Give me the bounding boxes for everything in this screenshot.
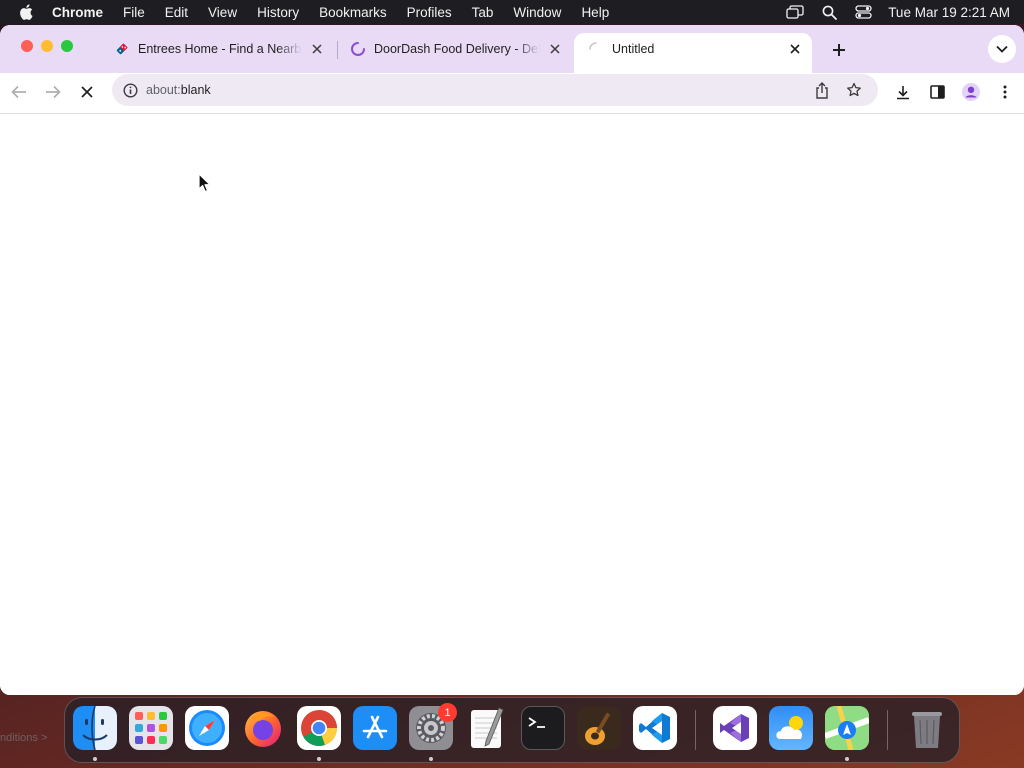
tab-title: Untitled: [612, 42, 655, 56]
vscode-icon[interactable]: [633, 706, 677, 750]
control-center-icon[interactable]: [846, 5, 880, 19]
bookmark-star-icon[interactable]: [840, 76, 868, 104]
dock: [64, 697, 960, 763]
downloads-button[interactable]: [888, 77, 918, 107]
loading-spinner-icon: [588, 41, 604, 57]
menu-tab[interactable]: Tab: [462, 5, 504, 20]
share-icon[interactable]: [808, 76, 836, 104]
tab-title: Entrees Home - Find a Nearby: [138, 42, 302, 56]
stop-loading-button[interactable]: [72, 77, 102, 107]
running-indicator: [93, 757, 97, 761]
info-icon[interactable]: [122, 82, 138, 98]
maps-icon[interactable]: [825, 706, 869, 750]
profile-avatar-icon: [962, 83, 980, 101]
side-panel-button[interactable]: [922, 77, 952, 107]
tab-doordash[interactable]: DoorDash Food Delivery - Del: [344, 33, 570, 65]
app-store-icon[interactable]: [353, 706, 397, 750]
launchpad-icon[interactable]: [129, 706, 173, 750]
window-zoom-button[interactable]: [61, 40, 73, 52]
loading-spinner-icon: [350, 41, 366, 57]
menu-help[interactable]: Help: [571, 5, 619, 20]
plus-icon: [833, 44, 845, 56]
textedit-icon[interactable]: [465, 706, 509, 750]
safari-icon[interactable]: [185, 706, 229, 750]
trash-icon[interactable]: [905, 706, 949, 750]
menu-file[interactable]: File: [113, 5, 155, 20]
menu-bar-clock[interactable]: Tue Mar 19 2:21 AM: [880, 5, 1010, 20]
dock-separator: [695, 710, 696, 750]
menu-app-name[interactable]: Chrome: [52, 5, 113, 20]
tab-close-icon[interactable]: [786, 40, 804, 58]
address-bar-url: about:blank: [146, 83, 211, 97]
chevron-down-icon: [996, 45, 1008, 53]
tab-untitled-active[interactable]: Untitled: [574, 33, 812, 73]
tab-title: DoorDash Food Delivery - Del: [374, 42, 540, 56]
running-indicator: [429, 757, 433, 761]
spotlight-search-icon[interactable]: [812, 5, 846, 20]
profile-button[interactable]: [956, 77, 986, 107]
forward-button[interactable]: [38, 77, 68, 107]
chrome-menu-button[interactable]: [990, 77, 1020, 107]
window-close-button[interactable]: [21, 40, 33, 52]
tab-close-icon[interactable]: [546, 40, 564, 58]
weather-icon[interactable]: [769, 706, 813, 750]
tab-close-icon[interactable]: [308, 40, 326, 58]
dominos-favicon-icon: [114, 41, 130, 57]
desktop-partial-text: nditions >: [0, 732, 48, 744]
firefox-icon[interactable]: [241, 706, 285, 750]
screen-mirroring-icon[interactable]: [778, 5, 812, 19]
running-indicator: [317, 757, 321, 761]
forward-arrow-icon: [46, 85, 61, 99]
close-icon: [81, 86, 93, 98]
tab-search-button[interactable]: [988, 35, 1016, 63]
tab-separator: [337, 41, 338, 59]
menu-edit[interactable]: Edit: [155, 5, 198, 20]
tab-strip: Entrees Home - Find a Nearby DoorDash Fo…: [0, 25, 1024, 73]
url-scheme: about:: [146, 83, 181, 97]
garageband-icon[interactable]: [577, 706, 621, 750]
page-content-blank[interactable]: [0, 114, 1024, 695]
menu-bookmarks[interactable]: Bookmarks: [309, 5, 397, 20]
address-bar[interactable]: about:blank: [112, 74, 878, 106]
running-indicator: [845, 757, 849, 761]
back-arrow-icon: [11, 85, 26, 99]
chrome-icon[interactable]: [297, 706, 341, 750]
chrome-window: Entrees Home - Find a Nearby DoorDash Fo…: [0, 25, 1024, 695]
finder-icon[interactable]: [73, 706, 117, 750]
download-icon: [897, 85, 909, 99]
window-minimize-button[interactable]: [41, 40, 53, 52]
terminal-icon[interactable]: [521, 706, 565, 750]
tab-entrees-home[interactable]: Entrees Home - Find a Nearby: [106, 33, 332, 65]
apple-menu-icon[interactable]: [0, 4, 52, 20]
menu-window[interactable]: Window: [503, 5, 571, 20]
notification-badge: 1: [438, 703, 457, 722]
url-path: blank: [180, 83, 211, 97]
dock-separator: [887, 710, 888, 750]
more-vertical-icon: [1003, 85, 1007, 99]
menu-view[interactable]: View: [198, 5, 247, 20]
visual-studio-icon[interactable]: [713, 706, 757, 750]
mouse-cursor-icon: [198, 173, 211, 198]
menu-profiles[interactable]: Profiles: [397, 5, 462, 20]
browser-toolbar: about:blank: [0, 73, 1024, 113]
back-button[interactable]: [4, 77, 34, 107]
side-panel-icon: [929, 85, 945, 99]
menu-history[interactable]: History: [247, 5, 309, 20]
new-tab-button[interactable]: [824, 37, 854, 63]
menu-bar: Chrome File Edit View History Bookmarks …: [0, 0, 1024, 24]
